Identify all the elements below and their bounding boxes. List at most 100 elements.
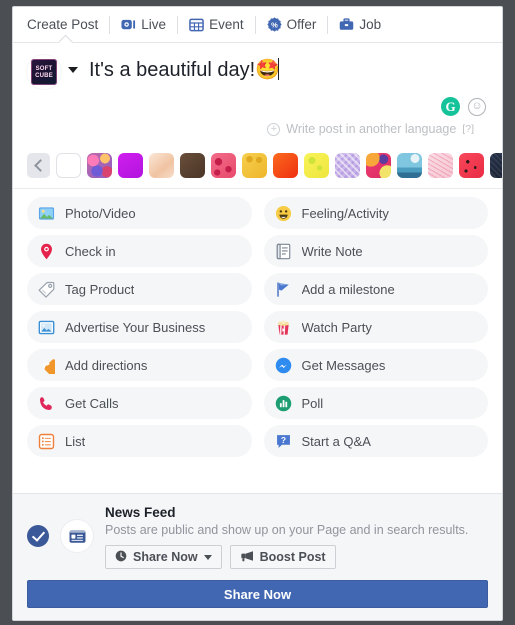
option-add-directions[interactable]: Add directions <box>27 349 252 381</box>
swatch-yellow-gold[interactable] <box>242 153 267 178</box>
option-label: Photo/Video <box>65 205 136 221</box>
option-watch-party[interactable]: Watch Party <box>263 311 488 343</box>
audience-buttons: Share Now Boost Post <box>105 545 488 569</box>
option-label: Feeling/Activity <box>301 205 389 221</box>
qa-icon: ? <box>275 433 292 450</box>
swatch-orange-red[interactable] <box>273 153 298 178</box>
option-label: Write Note <box>301 243 363 259</box>
post-emoji: 🤩 <box>255 59 281 81</box>
option-write-note[interactable]: Write Note <box>263 235 488 267</box>
option-label: Check in <box>65 243 116 259</box>
write-note-icon <box>275 243 292 260</box>
share-now-dropdown-button[interactable]: Share Now <box>105 545 222 569</box>
option-photo-video[interactable]: Photo/Video <box>27 197 252 229</box>
another-language-label[interactable]: Write post in another language <box>286 122 456 136</box>
option-feeling-activity[interactable]: Feeling/Activity <box>263 197 488 229</box>
option-list[interactable]: List <box>27 425 252 457</box>
feeling-activity-icon <box>275 205 292 222</box>
option-tag-product[interactable]: Tag Product <box>27 273 252 305</box>
swatch-confetti-purple[interactable] <box>87 153 112 178</box>
avatar: SOFT CUBE <box>27 55 61 89</box>
tab-live-label: Live <box>141 17 167 32</box>
swatch-blush-pink[interactable] <box>428 153 453 178</box>
another-language-row: + Write post in another language [?] <box>27 116 488 136</box>
option-advertise-business[interactable]: Advertise Your Business <box>27 311 252 343</box>
help-icon[interactable]: [?] <box>462 123 474 135</box>
share-now-button[interactable]: Share Now <box>27 580 488 608</box>
svg-text:%: % <box>271 20 278 29</box>
option-poll[interactable]: Poll <box>263 387 488 419</box>
text-cursor <box>278 58 280 80</box>
audience-description: Posts are public and show up on your Pag… <box>105 523 469 538</box>
tab-offer[interactable]: % Offer <box>256 7 328 42</box>
offer-icon: % <box>266 17 282 32</box>
option-get-calls[interactable]: Get Calls <box>27 387 252 419</box>
swatch-prev-chevron-left-icon[interactable] <box>27 153 50 178</box>
tab-job-label: Job <box>359 17 382 32</box>
post-composer: SOFT CUBE It's a beautiful day!🤩 G ☺ + W… <box>13 43 502 145</box>
swatch-lemon-yellow[interactable] <box>304 153 329 178</box>
post-options-grid: Photo/Video Feeling/Activity Check in Wr… <box>13 189 502 493</box>
plus-icon[interactable]: + <box>267 122 281 136</box>
option-label: Get Messages <box>301 357 386 373</box>
emoji-picker-icon[interactable]: ☺ <box>468 97 486 116</box>
option-label: Tag Product <box>65 281 135 297</box>
list-icon <box>38 433 55 450</box>
svg-text:?: ? <box>280 434 285 444</box>
milestone-icon <box>275 281 292 298</box>
megaphone-icon <box>240 550 254 565</box>
option-label: List <box>65 433 86 449</box>
audience-selected-check-icon[interactable] <box>27 525 49 548</box>
option-add-milestone[interactable]: Add a milestone <box>263 273 488 305</box>
option-check-in[interactable]: Check in <box>27 235 252 267</box>
option-label: Poll <box>301 395 324 411</box>
job-icon <box>339 17 354 32</box>
tab-live[interactable]: Live <box>110 7 177 42</box>
watch-party-icon <box>275 319 292 336</box>
swatch-lavender-pattern[interactable] <box>335 153 360 178</box>
option-start-qa[interactable]: ? Start a Q&A <box>263 425 488 457</box>
option-get-messages[interactable]: Get Messages <box>263 349 488 381</box>
swatch-peach[interactable] <box>149 153 174 178</box>
grammarly-icon[interactable]: G <box>441 97 460 116</box>
option-label: Add a milestone <box>301 281 395 297</box>
messenger-icon <box>275 357 292 374</box>
post-text-input[interactable]: It's a beautiful day!🤩 <box>89 55 488 83</box>
swatch-pink-swirl[interactable] <box>366 153 391 178</box>
author-selector-chevron-down-icon[interactable] <box>68 67 78 73</box>
swatch-dark-brown[interactable] <box>180 153 205 178</box>
tab-job[interactable]: Job <box>328 7 392 42</box>
create-post-card: Create Post Live Event % Offer Job SOFT … <box>12 6 503 621</box>
boost-post-button[interactable]: Boost Post <box>229 545 336 569</box>
composer-tab-bar: Create Post Live Event % Offer Job <box>13 7 502 43</box>
avatar-line2: CUBE <box>35 72 53 79</box>
option-label: Add directions <box>65 357 148 373</box>
option-label: Watch Party <box>301 319 372 335</box>
advertise-icon <box>38 319 55 336</box>
tab-offer-label: Offer <box>286 17 317 32</box>
option-label: Start a Q&A <box>301 433 371 449</box>
directions-icon <box>38 357 55 374</box>
share-now-dropdown-label: Share Now <box>133 550 198 564</box>
swatch-magenta[interactable] <box>118 153 143 178</box>
swatch-no-background[interactable] <box>56 153 81 178</box>
boost-post-label: Boost Post <box>259 550 326 564</box>
tab-event[interactable]: Event <box>178 7 255 42</box>
swatch-navy-dots[interactable] <box>490 153 502 178</box>
audience-title: News Feed <box>105 504 176 520</box>
tag-product-icon <box>38 281 55 298</box>
swatch-pink-petals[interactable] <box>211 153 236 178</box>
active-tab-caret <box>59 35 73 43</box>
swatch-watermelon[interactable] <box>459 153 484 178</box>
live-icon <box>121 17 136 32</box>
background-swatch-strip <box>13 145 502 189</box>
option-label: Advertise Your Business <box>65 319 206 335</box>
composer-tools: G ☺ <box>27 97 488 116</box>
post-text-value: It's a beautiful day! <box>89 59 256 81</box>
chevron-down-icon <box>203 554 212 560</box>
poll-icon <box>275 395 292 412</box>
swatch-sky-blue[interactable] <box>397 153 422 178</box>
audience-details: News Feed Posts are public and show up o… <box>105 504 488 569</box>
check-in-icon <box>38 243 55 260</box>
clock-icon <box>115 550 127 565</box>
